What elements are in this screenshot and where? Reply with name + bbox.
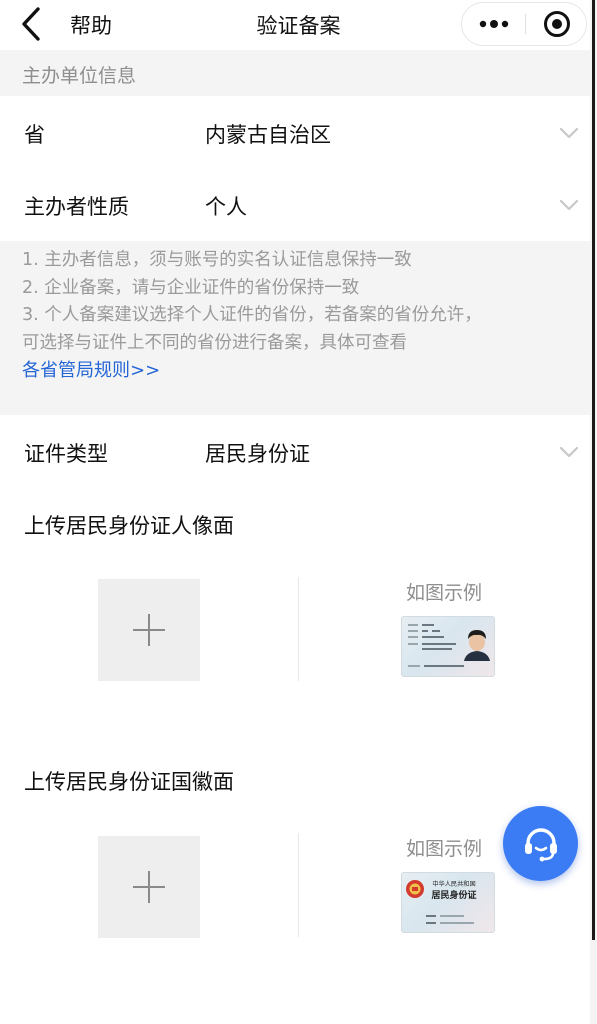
example-label: 如图示例 [406,582,483,604]
section-header-label: 主办单位信息 [22,65,137,87]
upload-divider [298,577,299,681]
chevron-left-icon [22,7,40,41]
customer-service-button[interactable] [503,806,578,881]
scrollbar-track [592,0,595,940]
sponsor-nature-value: 个人 [205,195,247,219]
province-value: 内蒙古自治区 [205,123,331,147]
sponsor-nature-select[interactable]: 主办者性质 个人 [0,169,590,241]
id-type-value: 居民身份证 [205,442,310,466]
notes-panel: 1. 主办者信息，须与账号的实名认证信息保持一致 2. 企业备案，请与企业证件的… [0,241,590,415]
more-dots-icon [479,20,508,28]
note-line: 1. 主办者信息，须与账号的实名认证信息保持一致 [22,250,412,270]
chevron-down-icon [559,127,579,139]
help-link[interactable]: 帮助 [70,10,112,40]
id-card-back-example-image: 中华人民共和国 居民身份证 [401,872,495,933]
id-card-front-illustration [408,624,490,667]
more-button[interactable] [462,3,525,45]
close-button[interactable] [526,3,587,45]
chevron-down-icon [559,446,579,458]
id-card-front-example-image [401,616,495,677]
headset-icon [524,827,557,861]
province-rules-link[interactable]: 各省管局规则>> [22,357,160,385]
note-line: 可选择与证件上不同的省份进行备案，具体可查看 [22,332,407,353]
upload-front-title: 上传居民身份证人像面 [24,514,234,538]
note-line: 3. 个人备案建议选择个人证件的省份，若备案的省份允许， [22,305,482,325]
target-circle-icon [543,11,570,37]
id-card-back-illustration: 中华人民共和国 居民身份证 [406,880,477,924]
sponsor-nature-label: 主办者性质 [24,195,129,219]
province-label: 省 [24,123,45,147]
upload-back-button[interactable] [98,836,200,938]
back-button[interactable] [14,6,48,42]
upload-back-title: 上传居民身份证国徽面 [24,770,234,794]
chevron-down-icon [559,199,579,211]
top-nav: 帮助 验证备案 [0,0,597,50]
section-header: 主办单位信息 [0,50,590,96]
id-type-label: 证件类型 [24,442,108,466]
province-select[interactable]: 省 内蒙古自治区 [0,97,590,169]
card-header-line2: 居民身份证 [431,889,476,901]
scroll-edge [590,0,597,1024]
upload-front-button[interactable] [98,579,200,681]
id-type-select[interactable]: 证件类型 居民身份证 [0,416,590,488]
example-label: 如图示例 [406,838,483,860]
mini-program-capsule [461,2,587,46]
upload-divider [298,833,299,937]
note-line: 2. 企业备案，请与企业证件的省份保持一致 [22,277,360,298]
card-header-line1: 中华人民共和国 [432,880,475,888]
